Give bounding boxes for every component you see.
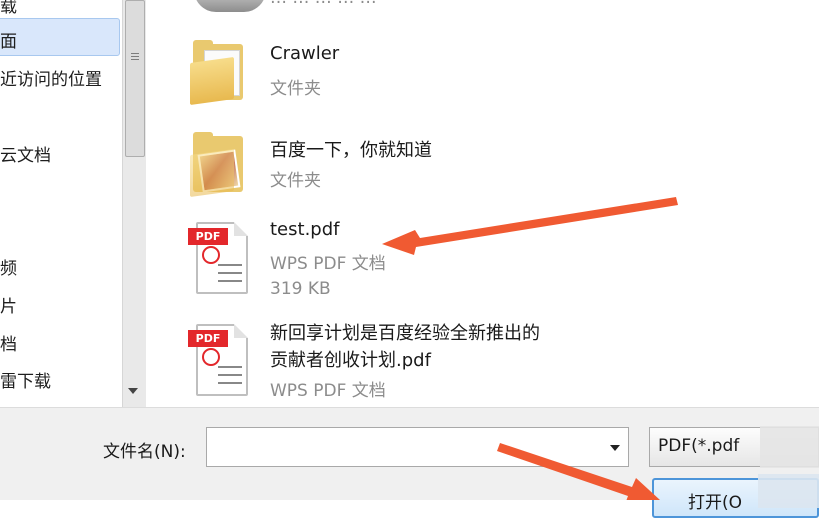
arrow-to-test-pdf-icon xyxy=(382,197,678,255)
annotation-arrows xyxy=(382,197,678,500)
arrow-to-open-button-icon xyxy=(497,443,660,500)
